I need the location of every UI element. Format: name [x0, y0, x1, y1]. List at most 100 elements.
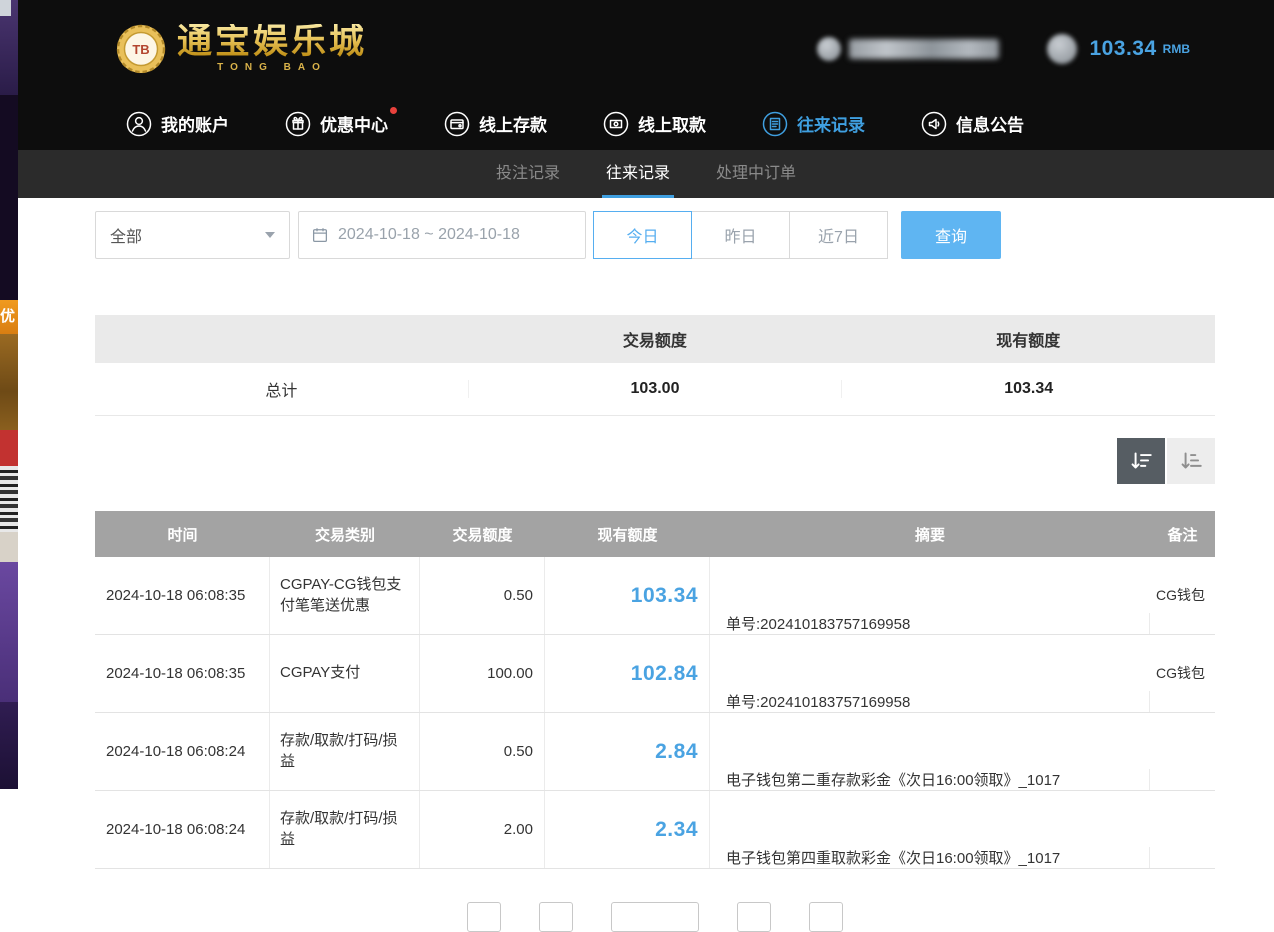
today-button[interactable]: 今日 [593, 211, 692, 259]
tab-label: 投注记录 [496, 165, 560, 182]
cell-note: CG钱包 [1150, 557, 1215, 634]
table-row: 2024-10-18 06:08:35 CGPAY支付 100.00 102.8… [95, 635, 1215, 713]
nav-label: 线上取款 [638, 111, 706, 136]
cell-time: 2024-10-18 06:08:35 [95, 635, 270, 712]
sort-descending-button[interactable] [1117, 438, 1165, 484]
nav-item-my-account[interactable]: 我的账户 [126, 111, 229, 137]
transactions-table: 时间 交易类别 交易额度 现有额度 摘要 备注 2024-10-18 06:08… [95, 511, 1215, 869]
summary-balance-total: 103.34 [841, 380, 1215, 398]
deposit-circle-icon [444, 111, 470, 137]
nav-item-announcements[interactable]: 信息公告 [921, 111, 1024, 137]
notification-dot [390, 107, 397, 114]
summary-total-label: 总计 [95, 377, 468, 401]
background-fragment-text: 优 [0, 300, 18, 334]
cell-balance: 2.84 [545, 713, 710, 790]
quick-date-buttons: 今日 昨日 近7日 [594, 211, 888, 259]
cell-note [1150, 791, 1215, 868]
nav-item-transaction-records[interactable]: 往来记录 [762, 111, 865, 137]
cell-balance: 102.84 [545, 635, 710, 712]
pagination-last-button[interactable] [809, 902, 843, 932]
chevron-down-icon [265, 232, 275, 238]
username-redacted [849, 39, 999, 59]
last-7-days-button[interactable]: 近7日 [789, 211, 888, 259]
cell-summary: 单号:202410183757169958 [710, 613, 1150, 634]
cell-summary: 单号:202410183757169958 [710, 691, 1150, 712]
cell-balance: 2.34 [545, 791, 710, 868]
nav-label: 线上存款 [479, 111, 547, 136]
background-window-strip: 优 [0, 0, 18, 789]
app-window: TB 通宝娱乐城 TONG BAO 103.34 RMB 我的账户 [18, 0, 1274, 789]
background-fragment [0, 562, 18, 702]
summary-header-row: 交易额度 现有额度 [95, 315, 1215, 363]
date-range-input[interactable]: 2024-10-18 ~ 2024-10-18 [298, 211, 586, 259]
coin-logo-icon: TB [115, 23, 167, 75]
tab-processing-orders[interactable]: 处理中订单 [700, 150, 812, 198]
balance-amount: 103.34 [1089, 37, 1156, 61]
user-avatar [817, 37, 841, 61]
pagination-first-button[interactable] [467, 902, 501, 932]
summary-table: 交易额度 现有额度 总计 103.00 103.34 [95, 315, 1215, 416]
cell-time: 2024-10-18 06:08:24 [95, 713, 270, 790]
tab-label: 往来记录 [606, 165, 670, 182]
wallet-coin-icon [1047, 34, 1077, 64]
withdraw-circle-icon [603, 111, 629, 137]
table-row: 2024-10-18 06:08:35 CGPAY-CG钱包支付笔笔送优惠 0.… [95, 557, 1215, 635]
tab-label: 处理中订单 [716, 165, 796, 182]
tab-transaction-records[interactable]: 往来记录 [590, 150, 686, 198]
summary-header-balance: 现有额度 [842, 327, 1215, 351]
top-header: TB 通宝娱乐城 TONG BAO 103.34 RMB [18, 0, 1274, 97]
sort-ascending-button[interactable] [1167, 438, 1215, 484]
table-header-row: 时间 交易类别 交易额度 现有额度 摘要 备注 [95, 511, 1215, 557]
cell-amount: 100.00 [420, 635, 545, 712]
header-summary: 摘要 [710, 524, 1150, 545]
date-range-value: 2024-10-18 ~ 2024-10-18 [338, 226, 520, 244]
nav-item-deposit[interactable]: 线上存款 [444, 111, 547, 137]
cell-type: CGPAY-CG钱包支付笔笔送优惠 [270, 557, 420, 634]
nav-label: 信息公告 [956, 111, 1024, 136]
user-circle-icon [126, 111, 152, 137]
header-type: 交易类别 [270, 524, 420, 545]
record-tabs: 投注记录 往来记录 处理中订单 [18, 150, 1274, 198]
user-info: 103.34 RMB [817, 34, 1190, 64]
cell-amount: 2.00 [420, 791, 545, 868]
background-fragment [0, 702, 18, 789]
coin-logo-text: TB [132, 42, 149, 57]
table-row: 2024-10-18 06:08:24 存款/取款/打码/损益 2.00 2.3… [95, 791, 1215, 869]
summary-header-transaction: 交易额度 [468, 327, 841, 351]
cell-amount: 0.50 [420, 557, 545, 634]
cell-balance: 103.34 [545, 557, 710, 634]
main-nav: 我的账户 优惠中心 线上存款 线上取款 [18, 97, 1274, 150]
header-amount: 交易额度 [420, 524, 545, 545]
cell-summary: 电子钱包第二重存款彩金《次日16:00领取》_1017 [710, 769, 1150, 790]
cell-type: CGPAY支付 [270, 635, 420, 712]
pagination-page-select[interactable] [611, 902, 699, 932]
pagination-prev-button[interactable] [539, 902, 573, 932]
brand-name: 通宝娱乐城 [177, 24, 367, 59]
query-button[interactable]: 查询 [901, 211, 1001, 259]
nav-item-promotions[interactable]: 优惠中心 [285, 111, 388, 137]
tab-betting-records[interactable]: 投注记录 [480, 150, 576, 198]
cell-type: 存款/取款/打码/损益 [270, 713, 420, 790]
header-balance: 现有额度 [545, 524, 710, 545]
announcement-circle-icon [921, 111, 947, 137]
cell-amount: 0.50 [420, 713, 545, 790]
sort-descending-icon [1128, 448, 1154, 474]
header-note: 备注 [1150, 524, 1215, 545]
calendar-icon [311, 226, 329, 244]
nav-label: 优惠中心 [320, 111, 388, 136]
pagination-next-button[interactable] [737, 902, 771, 932]
yesterday-button[interactable]: 昨日 [691, 211, 790, 259]
type-select[interactable]: 全部 [95, 211, 290, 259]
content-area: 全部 2024-10-18 ~ 2024-10-18 今日 昨日 近7日 查询 … [18, 198, 1274, 932]
nav-item-withdraw[interactable]: 线上取款 [603, 111, 706, 137]
cell-type: 存款/取款/打码/损益 [270, 791, 420, 868]
brand-logo[interactable]: TB 通宝娱乐城 TONG BAO [115, 23, 367, 75]
cell-summary: 电子钱包第四重取款彩金《次日16:00领取》_1017 [710, 847, 1150, 868]
table-row: 2024-10-18 06:08:24 存款/取款/打码/损益 0.50 2.8… [95, 713, 1215, 791]
promo-gift-circle-icon [285, 111, 311, 137]
background-fragment [0, 430, 18, 466]
pagination [95, 902, 1215, 932]
cell-note: CG钱包 [1150, 635, 1215, 712]
cell-note [1150, 713, 1215, 790]
header-time: 时间 [95, 524, 270, 545]
